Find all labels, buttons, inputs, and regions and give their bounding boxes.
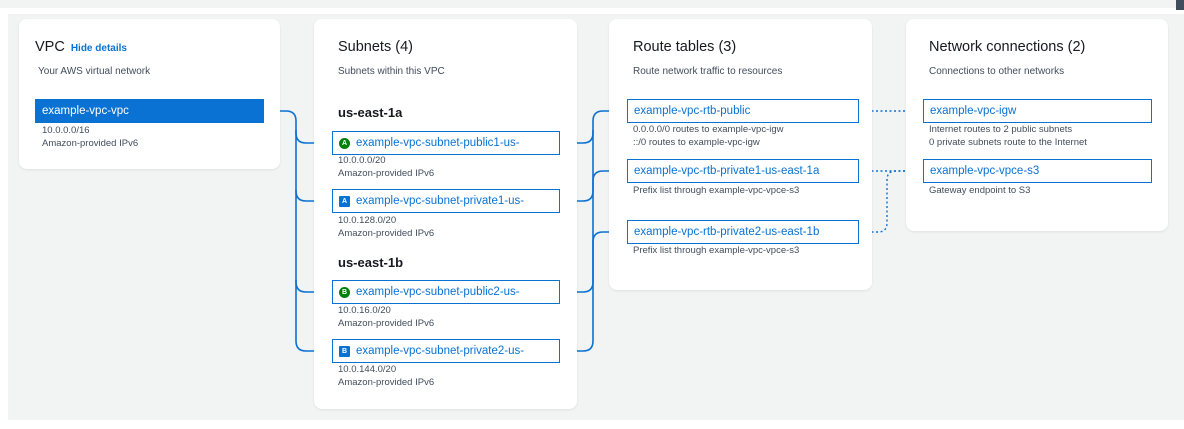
public-subnet-az-a-icon: A (339, 137, 350, 149)
rtb-private2-label: example-vpc-rtb-private2-us-east-1b (634, 226, 820, 238)
subnet-private1-ipv6: Amazon-provided IPv6 (338, 228, 435, 239)
zone-label-us-east-1b: us-east-1b (338, 255, 404, 270)
rtb-private2-node[interactable]: example-vpc-rtb-private2-us-east-1b (627, 220, 859, 244)
rtb-public-node[interactable]: example-vpc-rtb-public (627, 99, 859, 123)
subnet-public2-cidr: 10.0.16.0/20 (338, 305, 391, 316)
rtb-private1-route: Prefix list through example-vpc-vpce-s3 (633, 185, 800, 196)
subnet-private2-label: example-vpc-subnet-private2-us- (356, 345, 525, 357)
public-subnet-az-b-icon: B (339, 286, 350, 298)
igw-node[interactable]: example-vpc-igw (923, 99, 1152, 123)
rtb-private1-node[interactable]: example-vpc-rtb-private1-us-east-1a (627, 159, 859, 183)
top-bar-corner (1176, 0, 1184, 10)
igw-label: example-vpc-igw (930, 105, 1017, 117)
subnet-private1-node[interactable]: A example-vpc-subnet-private1-us- (332, 189, 560, 213)
subnet-private2-cidr: 10.0.144.0/20 (338, 364, 397, 375)
subnet-public1-label: example-vpc-subnet-public1-us- (356, 137, 520, 149)
igw-private-routes: 0 private subnets route to the Internet (929, 137, 1087, 148)
rtb-private1-label: example-vpc-rtb-private1-us-east-1a (634, 165, 820, 177)
private-subnet-az-b-icon: B (339, 345, 350, 357)
subnet-private1-label: example-vpc-subnet-private1-us- (356, 195, 525, 207)
subnets-title: Subnets (4) (338, 39, 413, 55)
vpc-node[interactable]: example-vpc-vpc (35, 99, 264, 123)
subnet-private2-ipv6: Amazon-provided IPv6 (338, 377, 435, 388)
subnet-public2-node[interactable]: B example-vpc-subnet-public2-us- (332, 280, 560, 304)
vpc-title-text: VPC (35, 39, 65, 55)
subnet-public1-ipv6: Amazon-provided IPv6 (338, 168, 435, 179)
vpc-cidr: 10.0.0.0/16 (42, 125, 90, 136)
network-connections-subtitle: Connections to other networks (929, 66, 1065, 77)
top-bar (0, 0, 1184, 10)
vpce-s3-node[interactable]: example-vpc-vpce-s3 (923, 159, 1152, 183)
vpc-ipv6: Amazon-provided IPv6 (42, 138, 139, 149)
subnet-public2-label: example-vpc-subnet-public2-us- (356, 286, 520, 298)
subnet-private2-node[interactable]: B example-vpc-subnet-private2-us- (332, 339, 560, 363)
route-tables-title: Route tables (3) (633, 39, 737, 55)
vpc-subtitle: Your AWS virtual network (38, 66, 151, 77)
subnets-subtitle: Subnets within this VPC (338, 66, 445, 77)
vpce-s3-label: example-vpc-vpce-s3 (930, 165, 1040, 177)
igw-public-routes: Internet routes to 2 public subnets (929, 124, 1073, 135)
vpc-card-title: VPC Hide details (35, 39, 127, 55)
rtb-public-route-ipv4: 0.0.0.0/0 routes to example-vpc-igw (633, 124, 784, 135)
hide-details-link[interactable]: Hide details (71, 43, 127, 54)
rtb-public-label: example-vpc-rtb-public (634, 105, 751, 117)
rtb-public-route-ipv6: ::/0 routes to example-vpc-igw (633, 137, 760, 148)
vpce-s3-description: Gateway endpoint to S3 (929, 185, 1031, 196)
subnet-public2-ipv6: Amazon-provided IPv6 (338, 318, 435, 329)
zone-label-us-east-1a: us-east-1a (338, 105, 403, 120)
subnet-private1-cidr: 10.0.128.0/20 (338, 215, 397, 226)
network-connections-title: Network connections (2) (929, 39, 1086, 55)
subnet-public1-cidr: 10.0.0.0/20 (338, 155, 386, 166)
rtb-private2-route: Prefix list through example-vpc-vpce-s3 (633, 245, 800, 256)
vpc-node-label: example-vpc-vpc (42, 105, 129, 117)
private-subnet-az-a-icon: A (339, 195, 350, 207)
subnet-public1-node[interactable]: A example-vpc-subnet-public1-us- (332, 131, 560, 155)
route-tables-subtitle: Route network traffic to resources (633, 66, 783, 77)
